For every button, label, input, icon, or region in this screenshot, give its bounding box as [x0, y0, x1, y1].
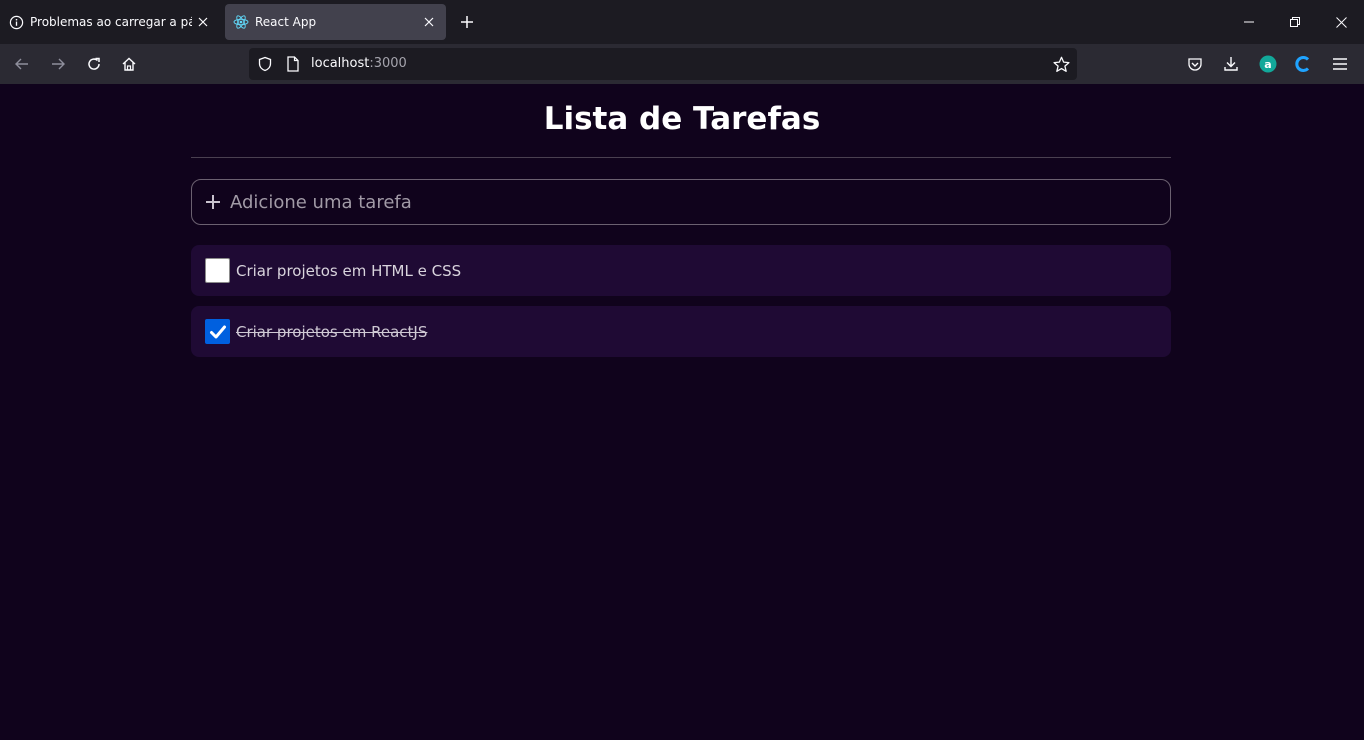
add-task-box[interactable] — [191, 179, 1171, 225]
browser-navbar: localhost:3000 a — [0, 44, 1364, 84]
shield-icon[interactable] — [255, 54, 275, 74]
close-tab-icon[interactable] — [418, 11, 440, 33]
menu-icon[interactable] — [1328, 52, 1352, 76]
browser-tabstrip: Problemas ao carregar a página React App — [0, 0, 1364, 44]
checkmark-icon — [209, 325, 226, 338]
app-page: Lista de Tarefas Criar projetos em HTML … — [0, 84, 1364, 740]
close-window-button[interactable] — [1318, 8, 1364, 36]
page-icon[interactable] — [283, 54, 303, 74]
home-button[interactable] — [115, 50, 143, 78]
url-text[interactable]: localhost:3000 — [311, 56, 407, 71]
close-tab-icon[interactable] — [192, 11, 214, 33]
new-tab-button[interactable] — [455, 10, 479, 34]
back-button[interactable] — [8, 50, 36, 78]
tab-title: React App — [255, 15, 317, 29]
plus-icon[interactable] — [204, 193, 222, 211]
bookmark-star-icon[interactable] — [1051, 54, 1071, 74]
add-task-input[interactable] — [230, 191, 1170, 213]
react-icon — [233, 14, 249, 30]
extension-a-icon[interactable]: a — [1256, 52, 1280, 76]
tab-problemas[interactable]: Problemas ao carregar a página — [0, 4, 220, 40]
task-label: Criar projetos em HTML e CSS — [236, 261, 462, 280]
minimize-button[interactable] — [1226, 8, 1272, 36]
page-title: Lista de Tarefas — [543, 101, 821, 137]
tab-title: Problemas ao carregar a página — [30, 15, 192, 29]
extension-c-icon[interactable] — [1291, 52, 1315, 76]
forward-button[interactable] — [44, 50, 72, 78]
url-port: :3000 — [369, 56, 407, 71]
restore-button[interactable] — [1272, 8, 1318, 36]
title-divider — [191, 157, 1171, 158]
url-host: localhost — [311, 56, 370, 71]
task-item[interactable]: Criar projetos em HTML e CSS — [191, 245, 1171, 296]
task-checkbox[interactable] — [205, 258, 230, 283]
task-label: Criar projetos em ReactJS — [236, 322, 428, 341]
task-checkbox[interactable] — [205, 319, 230, 344]
task-item[interactable]: Criar projetos em ReactJS — [191, 306, 1171, 357]
download-icon[interactable] — [1219, 52, 1243, 76]
address-bar[interactable]: localhost:3000 — [249, 48, 1077, 80]
pocket-icon[interactable] — [1183, 52, 1207, 76]
tab-react-app[interactable]: React App — [225, 4, 446, 40]
svg-text:a: a — [1264, 58, 1271, 71]
info-icon — [8, 14, 24, 30]
reload-button[interactable] — [80, 50, 108, 78]
